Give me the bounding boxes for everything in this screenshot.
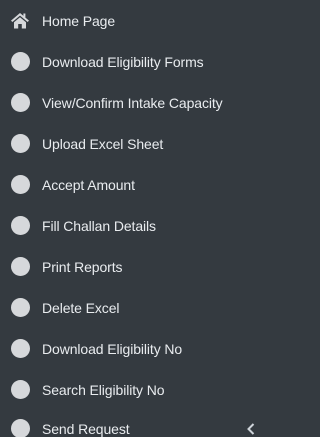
home-icon <box>9 10 31 32</box>
circle-icon <box>9 338 31 360</box>
sidebar-item-label: Accept Amount <box>42 176 135 193</box>
sidebar-item-delete-excel[interactable]: Delete Excel <box>0 287 255 328</box>
sidebar: Home Page Download Eligibility Forms Vie… <box>0 0 255 437</box>
sidebar-item-upload-excel-sheet[interactable]: Upload Excel Sheet <box>0 123 255 164</box>
circle-icon <box>9 418 31 437</box>
sidebar-item-label: Home Page <box>42 12 116 29</box>
circle-icon <box>9 297 31 319</box>
circle-icon <box>9 215 31 237</box>
sidebar-item-home-page[interactable]: Home Page <box>0 0 255 41</box>
sidebar-item-label: Fill Challan Details <box>42 217 156 234</box>
sidebar-item-download-eligibility-forms[interactable]: Download Eligibility Forms <box>0 41 255 82</box>
sidebar-item-view-confirm-intake-capacity[interactable]: View/Confirm Intake Capacity <box>0 82 255 123</box>
sidebar-item-label: Upload Excel Sheet <box>42 135 164 152</box>
circle-icon <box>9 92 31 114</box>
circle-icon <box>9 379 31 401</box>
circle-icon <box>9 256 31 278</box>
sidebar-item-search-eligibility-no[interactable]: Search Eligibility No <box>0 369 255 410</box>
circle-icon <box>9 133 31 155</box>
circle-icon <box>9 51 31 73</box>
chevron-left-icon[interactable] <box>245 422 257 436</box>
sidebar-item-label: View/Confirm Intake Capacity <box>42 94 223 111</box>
sidebar-item-send-request[interactable]: Send Request <box>0 408 255 437</box>
sidebar-item-download-eligibility-no[interactable]: Download Eligibility No <box>0 328 255 369</box>
sidebar-item-label: Delete Excel <box>42 299 120 316</box>
sidebar-item-print-reports[interactable]: Print Reports <box>0 246 255 287</box>
sidebar-item-label: Download Eligibility No <box>42 340 183 357</box>
sidebar-item-accept-amount[interactable]: Accept Amount <box>0 164 255 205</box>
circle-icon <box>9 174 31 196</box>
sidebar-item-label: Send Request <box>42 420 130 437</box>
sidebar-item-label: Download Eligibility Forms <box>42 53 204 70</box>
sidebar-item-label: Print Reports <box>42 258 123 275</box>
sidebar-item-label: Search Eligibility No <box>42 381 165 398</box>
sidebar-item-fill-challan-details[interactable]: Fill Challan Details <box>0 205 255 246</box>
